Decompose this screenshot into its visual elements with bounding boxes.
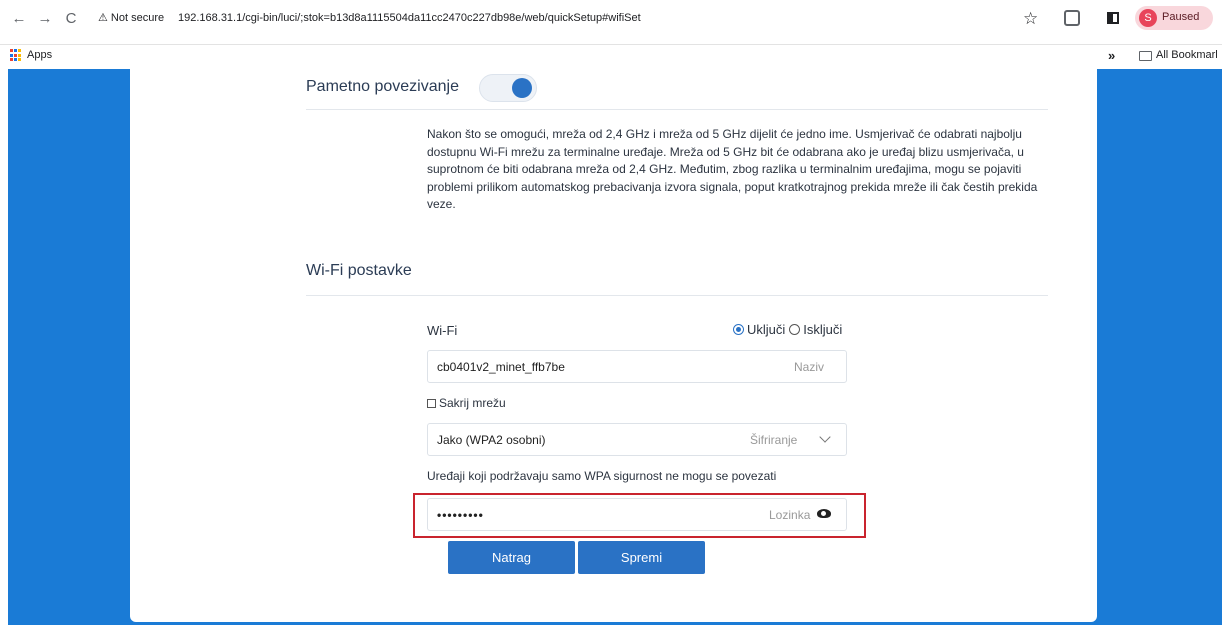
hide-network-checkbox[interactable] — [427, 399, 436, 409]
reload-icon[interactable]: C — [62, 10, 80, 28]
encryption-value: Jako (WPA2 osobni) — [437, 433, 546, 447]
ssid-input[interactable]: cb0401v2_minet_ffb7be Naziv — [427, 350, 847, 383]
smart-connect-toggle[interactable] — [479, 74, 537, 102]
url-text[interactable]: 192.168.31.1/cgi-bin/luci/;stok=b13d8a11… — [178, 12, 641, 24]
hide-network-label: Sakrij mrežu — [439, 396, 506, 410]
page-background: Pametno povezivanje Nakon što se omogući… — [8, 69, 1222, 625]
wifi-on-label[interactable]: Uključi — [747, 322, 785, 337]
all-bookmarks-link[interactable]: All Bookmarl — [1156, 49, 1218, 61]
password-input[interactable]: ••••••••• Lozinka — [427, 498, 847, 531]
smart-connect-title: Pametno povezivanje — [306, 78, 459, 95]
wifi-section-title: Wi-Fi postavke — [306, 262, 412, 279]
divider — [306, 109, 1048, 110]
smart-connect-description: Nakon što se omogući, mreža od 2,4 GHz i… — [427, 127, 1038, 211]
more-bookmarks-icon[interactable]: » — [1108, 48, 1115, 63]
wifi-off-label[interactable]: Isključi — [803, 322, 842, 337]
bookmark-star-icon[interactable]: ☆ — [1023, 9, 1038, 29]
wifi-on-radio[interactable] — [733, 324, 744, 335]
address-bar[interactable]: ⚠ Not secure 192.168.31.1/cgi-bin/luci/;… — [93, 7, 1051, 33]
bookmarks-bar: Apps » All Bookmarl — [0, 45, 1222, 69]
toggle-knob — [512, 78, 532, 98]
back-icon[interactable]: ← — [10, 10, 28, 28]
wifi-label: Wi-Fi — [427, 323, 458, 338]
encryption-placeholder: Šifriranje — [750, 433, 798, 447]
wifi-radio-group: Uključi Isključi — [733, 322, 842, 337]
forward-icon[interactable]: → — [36, 10, 54, 28]
profile-status: Paused — [1162, 11, 1200, 23]
chevron-down-icon — [819, 431, 831, 443]
apps-link[interactable]: Apps — [27, 49, 52, 61]
ssid-placeholder: Naziv — [794, 360, 825, 374]
browser-toolbar: ← → C ⚠ Not secure 192.168.31.1/cgi-bin/… — [0, 0, 1222, 45]
encryption-select[interactable]: Jako (WPA2 osobni) Šifriranje — [427, 423, 847, 456]
back-button[interactable]: Natrag — [448, 541, 575, 574]
ssid-value: cb0401v2_minet_ffb7be — [437, 360, 565, 374]
password-value: ••••••••• — [437, 508, 484, 522]
divider — [306, 295, 1048, 296]
password-placeholder: Lozinka — [769, 508, 811, 522]
wpa-notice: Uređaji koji podržavaju samo WPA sigurno… — [427, 469, 777, 483]
save-button[interactable]: Spremi — [578, 541, 705, 574]
profile-button[interactable]: S Paused — [1135, 6, 1213, 30]
folder-icon — [1139, 51, 1152, 61]
extensions-icon[interactable] — [1064, 10, 1080, 26]
setup-card: Pametno povezivanje Nakon što se omogući… — [130, 69, 1097, 622]
avatar: S — [1139, 9, 1157, 27]
eye-icon[interactable] — [817, 509, 831, 518]
apps-grid-icon[interactable] — [10, 49, 23, 62]
hide-network-option[interactable]: Sakrij mrežu — [427, 396, 506, 410]
not-secure-badge[interactable]: ⚠ Not secure — [98, 11, 164, 24]
wifi-off-radio[interactable] — [789, 324, 801, 335]
side-panel-icon[interactable] — [1107, 12, 1119, 24]
